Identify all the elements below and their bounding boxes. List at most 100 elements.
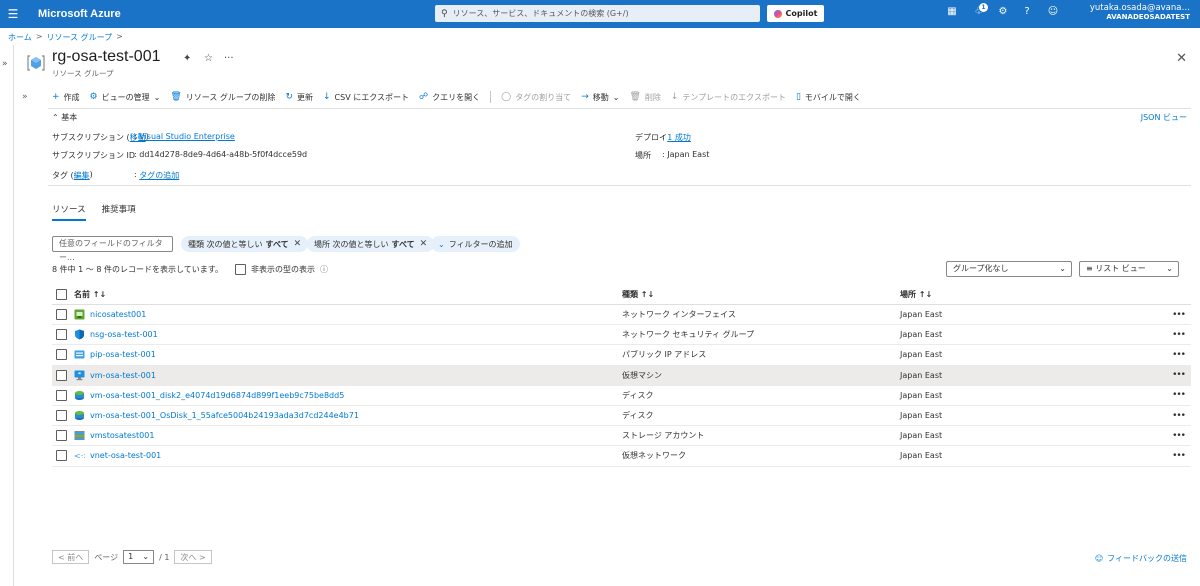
more-actions-icon[interactable]: •••	[1172, 370, 1186, 380]
more-actions-icon[interactable]: •••	[1172, 330, 1186, 340]
subscription-id-label-row: サブスクリプション ID	[52, 150, 135, 161]
select-all-checkbox[interactable]	[56, 289, 67, 300]
search-input[interactable]: ⚲ リソース、サービス、ドキュメントの検索 (G+/)	[435, 5, 760, 22]
expand-menu-icon[interactable]: »	[2, 59, 8, 69]
more-actions-icon[interactable]: •••	[1172, 310, 1186, 320]
open-mobile-button[interactable]: ▯ モバイルで開く	[796, 92, 861, 103]
table-row[interactable]: nicosatest001 ネットワーク インターフェイス Japan East ••…	[52, 305, 1191, 326]
assign-tags-button[interactable]: ◯ タグの割り当て	[501, 92, 571, 103]
manage-view-button[interactable]: ⚙ ビューの管理 ⌄	[90, 92, 161, 103]
notification-badge: 1	[979, 3, 988, 12]
svg-text:<·>: <·>	[74, 452, 85, 461]
row-checkbox[interactable]	[56, 450, 67, 462]
filter-input[interactable]: 任意のフィールドのフィルター...	[52, 236, 173, 262]
colon: :	[662, 132, 665, 141]
open-query-button[interactable]: ☍ クエリを開く	[419, 92, 480, 103]
tags-edit-link[interactable]: 編集	[74, 170, 90, 181]
menu-icon[interactable]: ☰	[2, 7, 24, 21]
close-icon[interactable]: ✕	[420, 239, 428, 249]
table-row[interactable]: pip-osa-test-001 パブリック IP アドレス Japan East •…	[52, 345, 1191, 366]
row-checkbox[interactable]	[56, 369, 67, 381]
settings-gear-icon[interactable]: ⚙	[996, 6, 1010, 17]
name-column-header[interactable]: 名前 ↑↓	[74, 289, 106, 300]
resource-name-link[interactable]: vm-osa-test-001_OsDisk_1_55afce5004b2419…	[90, 411, 359, 420]
table-row[interactable]: <·> vnet-osa-test-001 仮想ネットワーク Japan East ••…	[52, 446, 1191, 467]
group-by-value: グループ化なし	[953, 264, 1009, 273]
show-hidden-checkbox[interactable]	[234, 264, 246, 275]
close-icon[interactable]: ✕	[294, 239, 302, 249]
page-select[interactable]: 1 ⌄	[123, 550, 155, 564]
type-column-header[interactable]: 種類 ↑↓	[622, 289, 654, 300]
resource-name-link[interactable]: vnet-osa-test-001	[90, 451, 161, 460]
row-checkbox[interactable]	[56, 309, 67, 321]
help-icon[interactable]: ?	[1020, 6, 1034, 17]
move-button[interactable]: → 移動 ⌄	[581, 92, 619, 103]
more-options-icon[interactable]: ···	[224, 53, 234, 64]
tab-resources[interactable]: リソース	[52, 203, 86, 221]
star-icon[interactable]: ☆	[204, 53, 213, 64]
more-actions-icon[interactable]: •••	[1172, 411, 1186, 421]
location-header-label: 場所	[900, 290, 916, 299]
type-filter-pill[interactable]: 種類 次の値と等しい すべて ✕	[181, 236, 309, 252]
more-actions-icon[interactable]: •••	[1172, 431, 1186, 441]
table-row[interactable]: vm-osa-test-001_disk2_e4074d19d6874d899f…	[52, 386, 1191, 406]
next-page-button[interactable]: 次へ >	[174, 550, 212, 564]
info-icon[interactable]: ⓘ	[320, 264, 328, 275]
pin-icon[interactable]: ✦	[183, 53, 191, 64]
location-value-row: : Japan East	[662, 150, 709, 159]
resource-name-link[interactable]: pip-osa-test-001	[90, 350, 156, 359]
resource-name-link[interactable]: vmstosatest001	[90, 431, 154, 440]
location-filter-pill[interactable]: 場所 次の値と等しい すべて ✕	[307, 236, 435, 252]
brand-logo[interactable]: Microsoft Azure	[38, 8, 121, 20]
create-label: 作成	[63, 92, 80, 102]
table-row[interactable]: vmstosatest001 ストレージ アカウント Japan East •••	[52, 426, 1191, 447]
tab-recommendations[interactable]: 推奨事項	[102, 203, 136, 221]
trash-icon: 🗑	[170, 92, 182, 102]
cloud-shell-icon[interactable]: ▦	[945, 6, 959, 17]
more-actions-icon[interactable]: •••	[1172, 390, 1186, 400]
resource-location-cell: Japan East	[900, 431, 943, 441]
expand-icon[interactable]: »	[22, 92, 28, 102]
json-view-link[interactable]: JSON ビュー	[1141, 112, 1187, 123]
row-checkbox[interactable]	[56, 410, 67, 422]
table-row[interactable]: vm-osa-test-001 仮想マシン Japan East •••	[52, 365, 1191, 386]
search-icon: ⚲	[441, 8, 448, 19]
table-row[interactable]: vm-osa-test-001_OsDisk_1_55afce5004b2419…	[52, 406, 1191, 427]
add-filter-pill[interactable]: ⌄ フィルターの追加	[431, 236, 520, 252]
breadcrumb-resource-groups[interactable]: リソース グループ	[46, 32, 112, 43]
table-row[interactable]: nsg-osa-test-001 ネットワーク セキュリティ グループ Japan …	[52, 325, 1191, 346]
deploy-value-link[interactable]: 1 成功	[667, 132, 691, 143]
feedback-person-icon[interactable]: ☺	[1046, 6, 1060, 17]
user-account[interactable]: yutaka.osada@avana… AVANADEOSADATEST	[1090, 3, 1190, 21]
location-column-header[interactable]: 場所 ↑↓	[900, 289, 932, 300]
subscription-value-link[interactable]: Visual Studio Enterprise	[139, 132, 235, 141]
add-tags-link[interactable]: タグの追加	[139, 170, 179, 181]
resource-name-link[interactable]: vm-osa-test-001_disk2_e4074d19d6874d899f…	[90, 391, 344, 400]
row-checkbox[interactable]	[56, 430, 67, 442]
feedback-link[interactable]: ☺ フィードバックの送信	[1095, 553, 1187, 564]
resource-name-link[interactable]: vm-osa-test-001	[90, 371, 156, 380]
more-actions-icon[interactable]: •••	[1172, 451, 1186, 461]
row-checkbox[interactable]	[56, 389, 67, 401]
delete-button[interactable]: 🗑 削除	[629, 92, 660, 103]
refresh-button[interactable]: ↻ 更新	[285, 92, 313, 103]
export-csv-button[interactable]: ↓ CSV にエクスポート	[323, 92, 409, 103]
delete-resource-group-button[interactable]: 🗑 リソース グループの削除	[170, 92, 275, 103]
create-button[interactable]: + 作成	[52, 92, 80, 103]
resource-name-cell: pip-osa-test-001	[74, 349, 156, 360]
resource-name-link[interactable]: nicosatest001	[90, 310, 146, 319]
export-template-button[interactable]: ↓ テンプレートのエクスポート	[671, 92, 786, 103]
row-checkbox[interactable]	[56, 329, 67, 341]
resource-name-link[interactable]: nsg-osa-test-001	[90, 330, 158, 339]
copilot-button[interactable]: Copilot	[767, 5, 824, 22]
subscription-label: サブスクリプション (	[52, 133, 130, 142]
prev-page-button[interactable]: < 前へ	[52, 550, 90, 564]
row-checkbox[interactable]	[56, 349, 67, 361]
breadcrumb-home[interactable]: ホーム	[8, 32, 32, 43]
toolbar-divider	[490, 91, 492, 103]
group-by-dropdown[interactable]: グループ化なし ⌄	[946, 261, 1072, 277]
more-actions-icon[interactable]: •••	[1172, 350, 1186, 360]
close-icon[interactable]: ✕	[1176, 51, 1187, 66]
view-mode-dropdown[interactable]: ≡ リスト ビュー ⌄	[1079, 261, 1179, 277]
essentials-toggle[interactable]: ⌃ 基本	[52, 112, 77, 123]
